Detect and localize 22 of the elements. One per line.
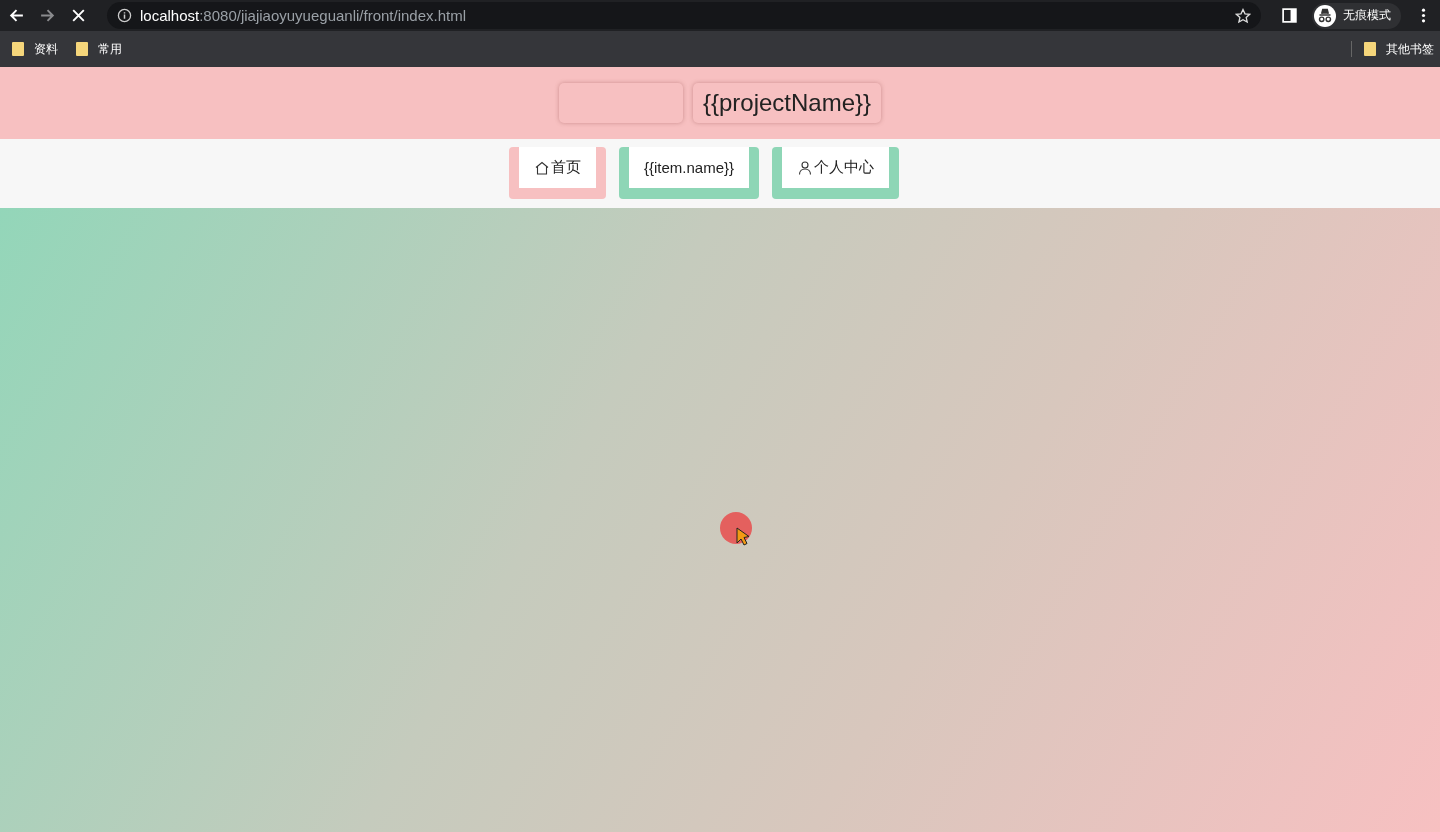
bookmark-folder[interactable]: 其他书签 <box>1364 40 1434 58</box>
info-icon[interactable] <box>117 8 132 23</box>
bookmark-folder[interactable]: 常用 <box>76 40 122 58</box>
close-icon[interactable] <box>70 7 87 24</box>
forward-arrow-icon[interactable] <box>39 7 56 24</box>
address-bar[interactable]: localhost:8080/jiajiaoyuyueguanli/front/index.html <box>107 2 1261 29</box>
star-icon[interactable] <box>1235 7 1251 24</box>
incognito-button[interactable]: 无痕模式 <box>1312 2 1401 29</box>
incognito-icon <box>1314 4 1336 27</box>
person-icon <box>797 159 814 176</box>
folder-icon <box>1364 42 1376 56</box>
bookmark-folder[interactable]: 资料 <box>12 40 58 58</box>
nav-tab[interactable]: 首页 <box>508 147 606 199</box>
folder-icon <box>12 42 24 56</box>
back-arrow-icon[interactable] <box>8 7 25 24</box>
side-panel-icon[interactable] <box>1281 7 1298 24</box>
url-text: localhost:8080/jiajiaoyuyueguanli/front/index.html <box>140 7 468 24</box>
nav-tab[interactable]: 个人中心 <box>772 147 900 199</box>
nav-tab[interactable]: {{item.name}} <box>618 147 760 199</box>
project-title: {{projectName}} <box>692 83 882 123</box>
home-icon <box>533 159 550 176</box>
folder-icon <box>76 42 88 56</box>
